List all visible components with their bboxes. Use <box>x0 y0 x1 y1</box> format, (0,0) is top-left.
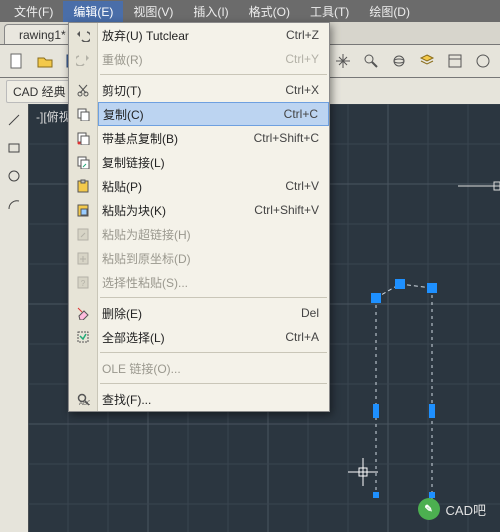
new-icon[interactable] <box>4 48 30 74</box>
menu-item-label: 复制链接(L) <box>102 154 307 171</box>
menu-item[interactable]: 放弃(U) Tutclear Ctrl+Z <box>98 23 329 47</box>
menu-item[interactable]: 带基点复制(B) Ctrl+Shift+C <box>98 126 329 150</box>
erase-icon <box>69 301 97 325</box>
menu-item[interactable]: 剪切(T) Ctrl+X <box>98 78 329 102</box>
right-toolbar <box>330 48 496 74</box>
watermark-label: CAD吧 <box>446 500 486 519</box>
find-icon: ABC <box>69 387 97 411</box>
blank-icon <box>69 356 97 380</box>
cut-icon <box>69 78 97 102</box>
menu-item: 重做(R) Ctrl+Y <box>98 47 329 71</box>
menu-item-label: 删除(E) <box>102 305 289 322</box>
cursor-crosshair <box>348 458 378 486</box>
menu-item-shortcut: Ctrl+A <box>285 330 319 344</box>
menu-item-label: 选择性粘贴(S)... <box>102 274 307 291</box>
menu-item[interactable]: 查找(F)... <box>98 387 329 411</box>
layers-icon[interactable] <box>414 48 440 74</box>
menu-item[interactable]: 复制(C) Ctrl+C <box>98 102 329 126</box>
select-all-icon <box>69 325 97 349</box>
workspace-selector[interactable]: CAD 经典 <box>6 80 73 103</box>
paste-link-icon <box>69 222 97 246</box>
paste-icon <box>69 174 97 198</box>
menu-item[interactable]: 全部选择(L) Ctrl+A <box>98 325 329 349</box>
pan-icon[interactable] <box>330 48 356 74</box>
menu-item[interactable]: 删除(E) Del <box>98 301 329 325</box>
menu-item-label: 放弃(U) Tutclear <box>102 27 274 44</box>
undo-icon <box>69 23 97 47</box>
menu-item: 选择性粘贴(S)... <box>98 270 329 294</box>
menu-item-shortcut: Ctrl+Z <box>286 28 319 42</box>
selected-object[interactable] <box>371 279 437 500</box>
copy-base-icon <box>69 126 97 150</box>
menu-draw[interactable]: 绘图(D) <box>359 1 420 22</box>
menu-item-label: 重做(R) <box>102 51 273 68</box>
circle-icon[interactable] <box>2 164 26 188</box>
menu-item-shortcut: Ctrl+Y <box>285 52 319 66</box>
left-tool-palette <box>0 104 29 532</box>
menu-insert[interactable]: 插入(I) <box>183 1 238 22</box>
menu-item-label: 粘贴为超链接(H) <box>102 226 307 243</box>
open-icon[interactable] <box>32 48 58 74</box>
menu-item-label: 复制(C) <box>103 106 272 123</box>
menu-edit[interactable]: 编辑(E) <box>63 1 123 22</box>
menu-bar: 文件(F) 编辑(E) 视图(V) 插入(I) 格式(O) 工具(T) 绘图(D… <box>0 0 500 22</box>
line-icon[interactable] <box>2 108 26 132</box>
menu-item-shortcut: Ctrl+V <box>285 179 319 193</box>
menu-item-shortcut: Ctrl+C <box>284 107 318 121</box>
menu-item-shortcut: Ctrl+Shift+V <box>254 203 319 217</box>
menu-item-label: 粘贴到原坐标(D) <box>102 250 307 267</box>
menu-item-label: 查找(F)... <box>102 391 307 408</box>
help-icon[interactable] <box>470 48 496 74</box>
copy-link-icon <box>69 150 97 174</box>
menu-item-label: 全部选择(L) <box>102 329 273 346</box>
watermark: ✎ CAD吧 <box>418 498 486 520</box>
menu-item-label: 粘贴(P) <box>102 178 273 195</box>
menu-item-shortcut: Ctrl+X <box>285 83 319 97</box>
copy-icon <box>69 102 97 126</box>
menu-item: 粘贴为超链接(H) <box>98 222 329 246</box>
menu-tools[interactable]: 工具(T) <box>300 1 359 22</box>
menu-format[interactable]: 格式(O) <box>239 1 300 22</box>
orbit-icon[interactable] <box>386 48 412 74</box>
rect-icon[interactable] <box>2 136 26 160</box>
zoom-icon[interactable] <box>358 48 384 74</box>
menu-item-label: 剪切(T) <box>102 82 273 99</box>
paste-block-icon <box>69 198 97 222</box>
watermark-badge-icon: ✎ <box>418 498 440 520</box>
menu-view[interactable]: 视图(V) <box>123 1 183 22</box>
menu-item-shortcut: Del <box>301 306 319 320</box>
menu-item: OLE 链接(O)... <box>98 356 329 380</box>
menu-item-label: 粘贴为块(K) <box>102 202 242 219</box>
menu-item-label: 带基点复制(B) <box>102 130 242 147</box>
menu-item[interactable]: 复制链接(L) <box>98 150 329 174</box>
menu-item-label: OLE 链接(O)... <box>102 360 307 377</box>
paste-special-icon: ? <box>69 270 97 294</box>
menu-item-shortcut: Ctrl+Shift+C <box>254 131 319 145</box>
redo-icon <box>69 47 97 71</box>
arc-icon[interactable] <box>2 192 26 216</box>
edit-menu-dropdown: ? ABC 放弃(U) Tutclear Ctrl+Z 重做(R) Ctrl+Y 剪切(T… <box>68 22 330 412</box>
menu-item[interactable]: 粘贴为块(K) Ctrl+Shift+V <box>98 198 329 222</box>
menu-item[interactable]: 粘贴(P) Ctrl+V <box>98 174 329 198</box>
menu-file[interactable]: 文件(F) <box>4 1 63 22</box>
paste-orig-icon <box>69 246 97 270</box>
menu-item: 粘贴到原坐标(D) <box>98 246 329 270</box>
svg-text:ABC: ABC <box>79 401 90 406</box>
svg-text:?: ? <box>81 279 86 288</box>
props-icon[interactable] <box>442 48 468 74</box>
